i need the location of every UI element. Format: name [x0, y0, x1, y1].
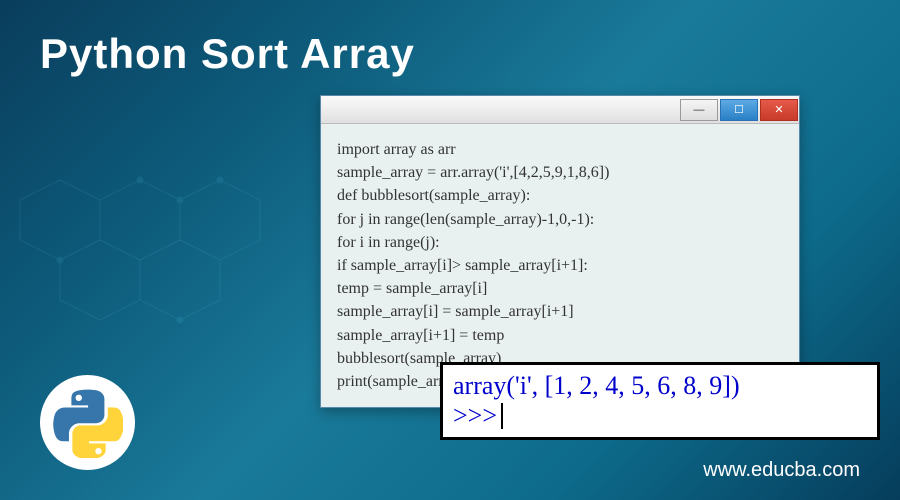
output-result: array('i', [1, 2, 4, 5, 6, 8, 9]) [453, 371, 867, 401]
maximize-button[interactable]: ☐ [720, 99, 758, 121]
code-line: for j in range(len(sample_array)-1,0,-1)… [337, 208, 783, 231]
footer-url: www.educba.com [703, 459, 860, 482]
code-line: sample_array = arr.array('i',[4,2,5,9,1,… [337, 161, 783, 184]
repl-prompt: >>> [453, 401, 497, 431]
window-titlebar: — ☐ ✕ [321, 96, 799, 124]
output-console: array('i', [1, 2, 4, 5, 6, 8, 9]) >>> [440, 362, 880, 440]
code-line: def bubblesort(sample_array): [337, 184, 783, 207]
python-logo [40, 375, 135, 470]
page-title: Python Sort Array [40, 30, 415, 78]
text-cursor [501, 403, 503, 429]
prompt-line[interactable]: >>> [453, 401, 867, 431]
python-logo-icon [53, 388, 123, 458]
code-line: for i in range(j): [337, 231, 783, 254]
minimize-button[interactable]: — [680, 99, 718, 121]
close-button[interactable]: ✕ [760, 99, 798, 121]
code-line: import array as arr [337, 138, 783, 161]
code-line: temp = sample_array[i] [337, 277, 783, 300]
code-line: sample_array[i] = sample_array[i+1] [337, 300, 783, 323]
code-line: if sample_array[i]> sample_array[i+1]: [337, 254, 783, 277]
code-line: sample_array[i+1] = temp [337, 324, 783, 347]
